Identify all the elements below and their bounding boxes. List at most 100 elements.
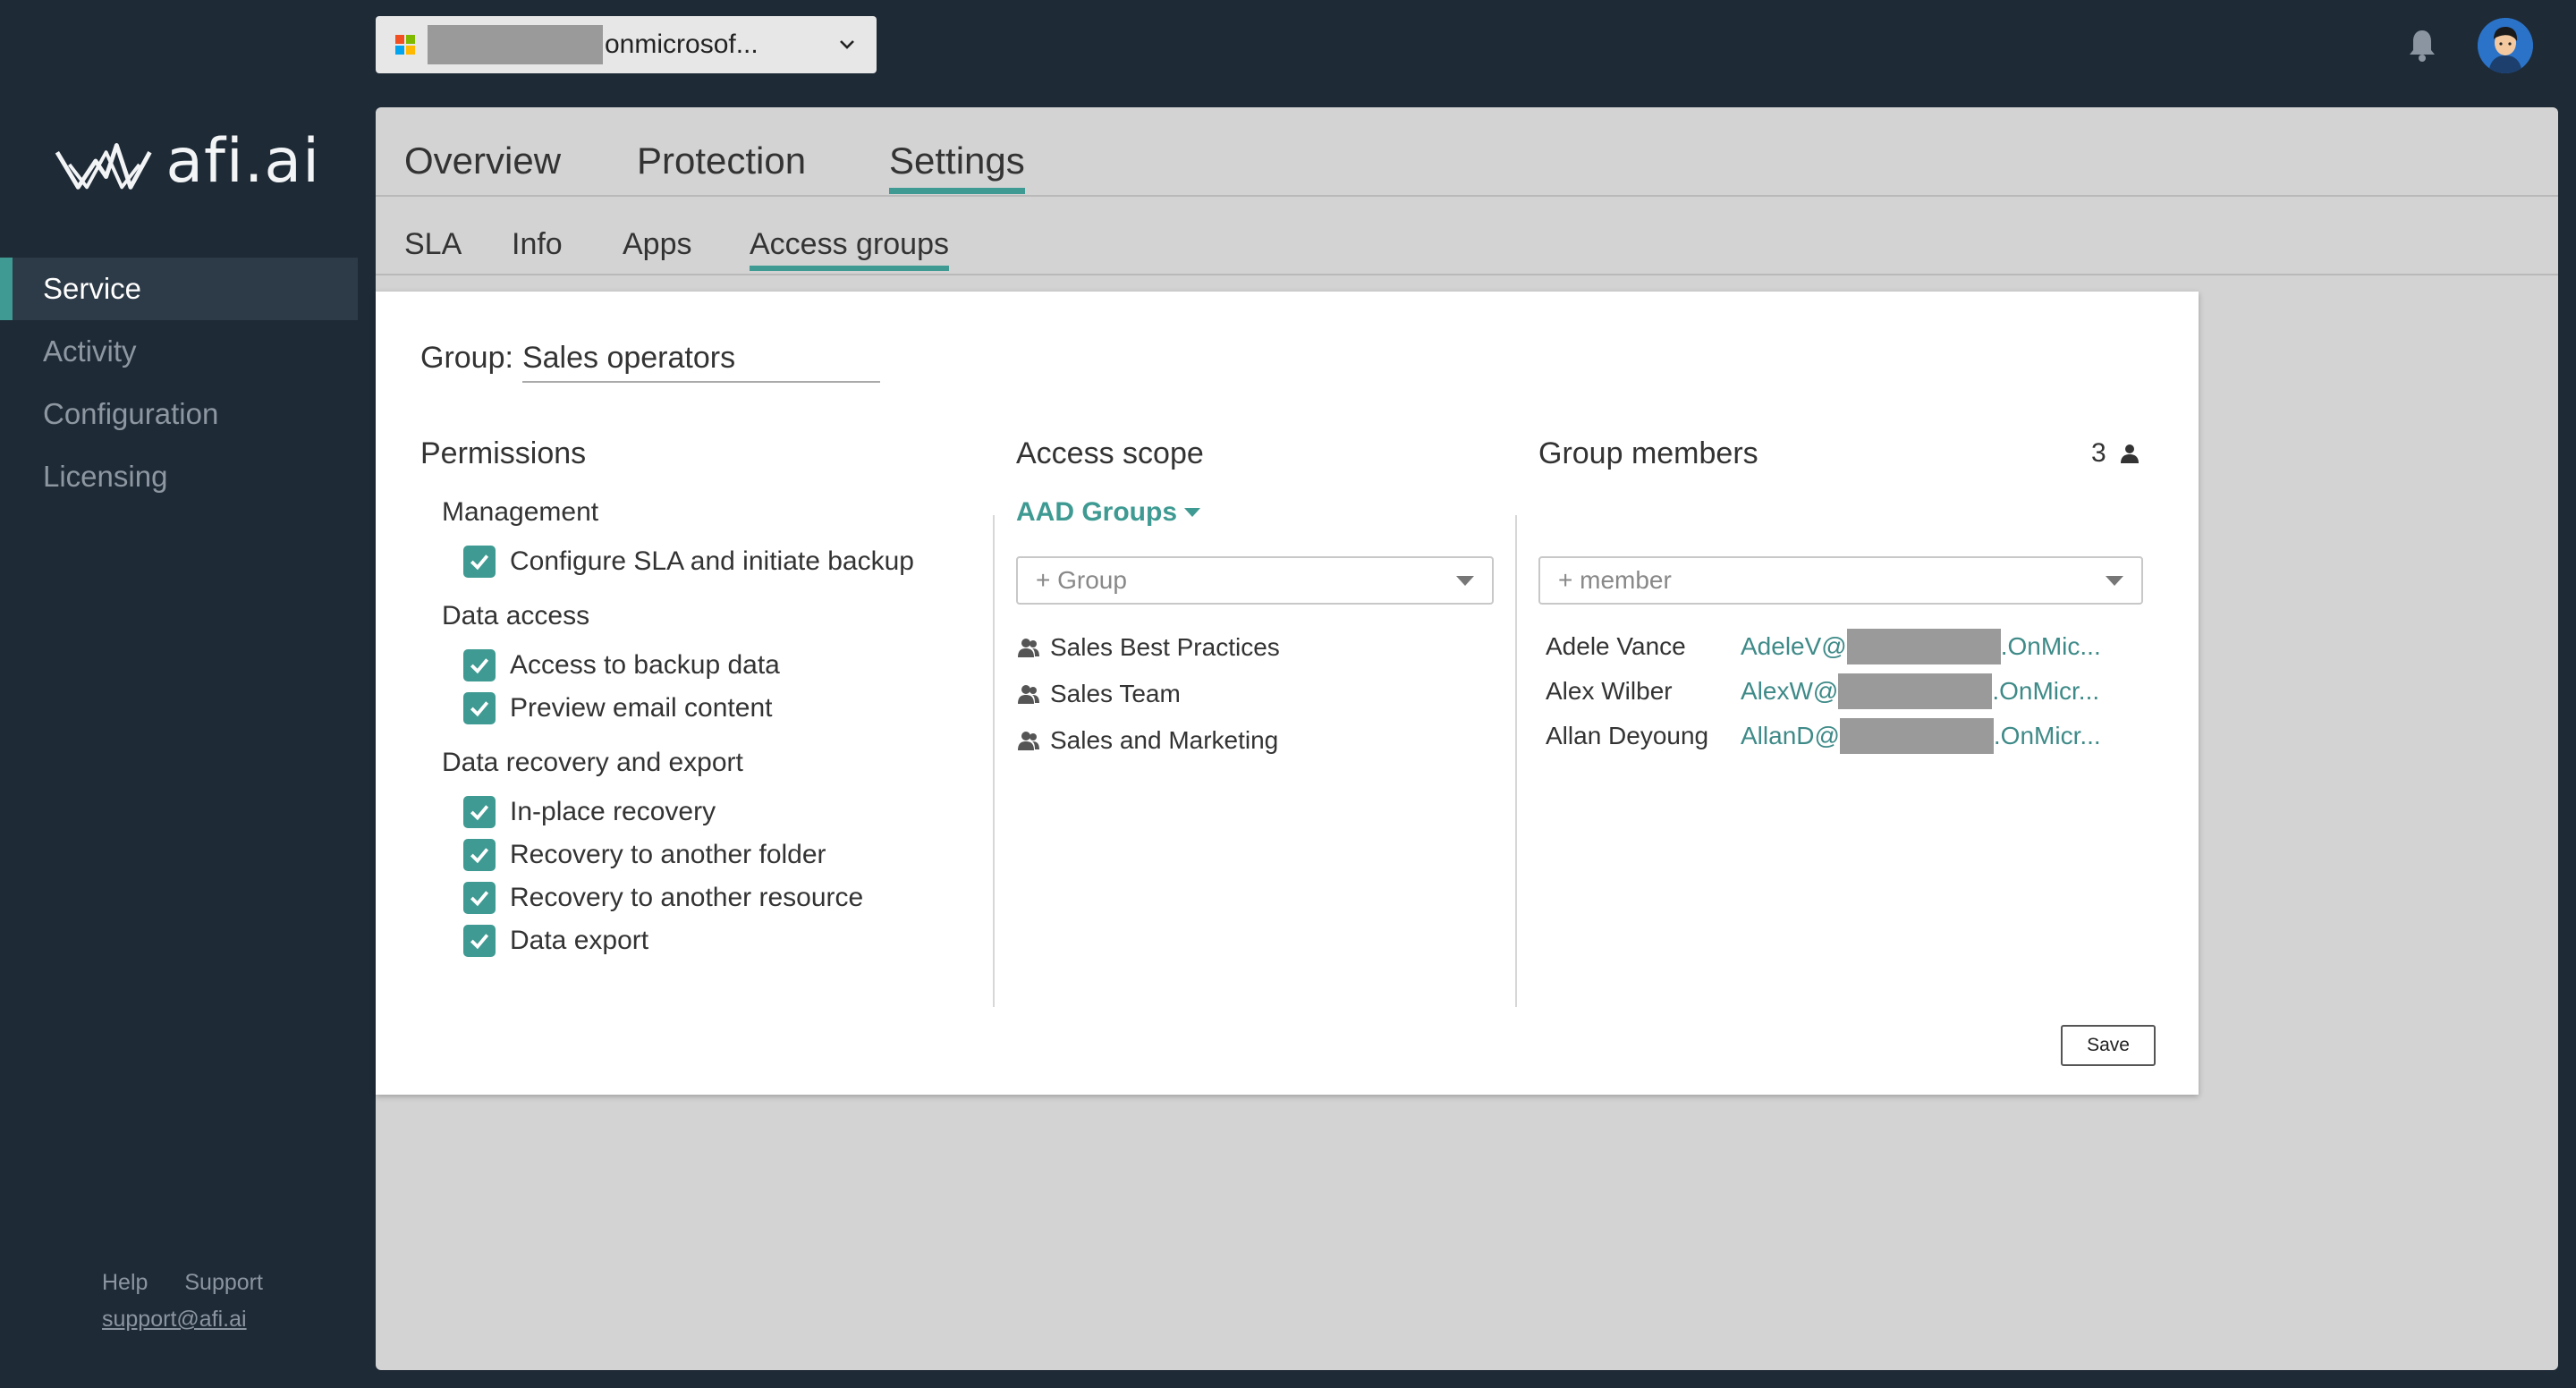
logo-text: afi.ai bbox=[165, 125, 320, 197]
crown-logo-icon bbox=[55, 142, 152, 190]
user-avatar[interactable] bbox=[2478, 18, 2533, 73]
checkbox-checked-icon[interactable] bbox=[463, 925, 496, 957]
support-email-link[interactable]: support@afi.ai bbox=[102, 1307, 293, 1333]
access-scope-column: AAD Groups bbox=[1016, 497, 1490, 528]
perm-in-place-recovery[interactable]: In-place recovery bbox=[442, 791, 943, 834]
tab-protection[interactable]: Protection bbox=[637, 140, 806, 188]
scope-group-list: Sales Best Practices Sales Team Sales an… bbox=[1016, 624, 1280, 764]
redacted-domain bbox=[1839, 718, 1994, 754]
add-group-placeholder: + Group bbox=[1036, 566, 1127, 594]
email-prefix: AllanD@ bbox=[1741, 722, 1840, 749]
permissions-title: Permissions bbox=[420, 436, 587, 470]
perm-label: Access to backup data bbox=[510, 650, 780, 680]
aad-groups-label: AAD Groups bbox=[1016, 497, 1177, 527]
caret-down-icon bbox=[2106, 576, 2123, 586]
support-link[interactable]: Support bbox=[184, 1270, 263, 1295]
scope-group-name: Sales Best Practices bbox=[1050, 633, 1280, 661]
sidebar-nav: Service Activity Configuration Licensing bbox=[0, 258, 358, 508]
column-divider bbox=[1515, 515, 1517, 1007]
tab-overview[interactable]: Overview bbox=[404, 140, 561, 188]
table-row[interactable]: Allan Deyoung AllanD@ .OnMicr... bbox=[1546, 714, 2101, 758]
sidebar: afi.ai Service Activity Configuration Li… bbox=[0, 0, 358, 1388]
aad-groups-dropdown[interactable]: AAD Groups bbox=[1016, 497, 1200, 528]
notification-bell-icon[interactable] bbox=[2406, 27, 2438, 63]
perm-label: Recovery to another folder bbox=[510, 840, 826, 869]
member-email: AlexW@ .OnMicr... bbox=[1741, 673, 2099, 709]
perm-recovery-another-resource[interactable]: Recovery to another resource bbox=[442, 876, 943, 919]
members-count-value: 3 bbox=[2091, 438, 2106, 468]
help-link[interactable]: Help bbox=[102, 1270, 148, 1295]
tenant-selector[interactable]: onmicrosof... bbox=[376, 16, 877, 73]
save-button[interactable]: Save bbox=[2061, 1025, 2156, 1066]
add-member-select[interactable]: + member bbox=[1538, 556, 2143, 605]
checkbox-checked-icon[interactable] bbox=[463, 546, 496, 578]
sidebar-footer: Help Support support@afi.ai bbox=[102, 1270, 293, 1333]
checkbox-checked-icon[interactable] bbox=[463, 692, 496, 724]
caret-down-icon bbox=[1456, 576, 1474, 586]
member-name: Adele Vance bbox=[1546, 632, 1686, 660]
permissions-list: Management Configure SLA and initiate ba… bbox=[442, 497, 943, 962]
subtab-apps[interactable]: Apps bbox=[623, 227, 692, 266]
list-item[interactable]: Sales Team bbox=[1016, 671, 1280, 717]
perm-label: Preview email content bbox=[510, 693, 773, 723]
subtab-access-groups[interactable]: Access groups bbox=[750, 227, 949, 271]
group-members-title: Group members bbox=[1538, 436, 1758, 470]
column-divider bbox=[993, 515, 995, 1007]
members-count: 3 bbox=[2091, 438, 2140, 469]
members-list: Adele Vance AdeleV@ .OnMic... Alex Wilbe… bbox=[1546, 624, 2101, 758]
subtab-sla[interactable]: SLA bbox=[404, 227, 462, 266]
perm-access-backup-data[interactable]: Access to backup data bbox=[442, 644, 943, 687]
perm-label: Recovery to another resource bbox=[510, 883, 864, 912]
checkbox-checked-icon[interactable] bbox=[463, 839, 496, 871]
table-row[interactable]: Adele Vance AdeleV@ .OnMic... bbox=[1546, 624, 2101, 669]
group-label: Group: bbox=[420, 340, 513, 375]
member-email: AdeleV@ .OnMic... bbox=[1741, 629, 2101, 664]
redacted-tenant-name bbox=[428, 25, 603, 64]
perm-label: In-place recovery bbox=[510, 797, 716, 826]
microsoft-icon bbox=[395, 35, 415, 55]
sidebar-item-activity[interactable]: Activity bbox=[0, 320, 358, 383]
add-group-select[interactable]: + Group bbox=[1016, 556, 1494, 605]
perm-label: Configure SLA and initiate backup bbox=[510, 546, 914, 576]
afi-logo[interactable]: afi.ai bbox=[52, 125, 320, 197]
access-group-card: Group: Permissions Access scope Group me… bbox=[376, 292, 2199, 1095]
checkbox-checked-icon[interactable] bbox=[463, 796, 496, 828]
person-icon bbox=[2120, 444, 2139, 463]
list-item[interactable]: Sales Best Practices bbox=[1016, 624, 1280, 671]
group-name-input[interactable] bbox=[521, 334, 880, 383]
perm-configure-sla[interactable]: Configure SLA and initiate backup bbox=[442, 540, 943, 583]
list-item[interactable]: Sales and Marketing bbox=[1016, 717, 1280, 764]
sidebar-item-configuration[interactable]: Configuration bbox=[0, 383, 358, 445]
member-email: AllanD@ .OnMicr... bbox=[1741, 718, 2101, 754]
perm-preview-email[interactable]: Preview email content bbox=[442, 687, 943, 730]
group-icon bbox=[1018, 639, 1039, 657]
subtab-info[interactable]: Info bbox=[512, 227, 563, 266]
sidebar-item-service[interactable]: Service bbox=[0, 258, 358, 320]
scope-group-name: Sales Team bbox=[1050, 680, 1181, 707]
perm-label: Data export bbox=[510, 926, 649, 955]
chevron-down-icon bbox=[840, 40, 854, 49]
member-name: Alex Wilber bbox=[1546, 677, 1673, 705]
scope-group-name: Sales and Marketing bbox=[1050, 726, 1279, 754]
tab-settings[interactable]: Settings bbox=[889, 140, 1025, 194]
email-suffix: .OnMicr... bbox=[1993, 722, 2101, 749]
settings-subtabs: SLA Info Apps Access groups bbox=[376, 197, 2558, 275]
checkbox-checked-icon[interactable] bbox=[463, 882, 496, 914]
redacted-domain bbox=[1846, 629, 2001, 664]
add-member-placeholder: + member bbox=[1558, 566, 1672, 594]
tenant-name-suffix: onmicrosof... bbox=[605, 30, 758, 59]
perm-data-export[interactable]: Data export bbox=[442, 919, 943, 962]
main-content: Overview Protection Settings SLA Info Ap… bbox=[376, 107, 2558, 1370]
group-name-row: Group: bbox=[420, 334, 880, 383]
redacted-domain bbox=[1838, 673, 1993, 709]
email-prefix: AlexW@ bbox=[1741, 677, 1839, 705]
perm-section-management: Management bbox=[442, 497, 599, 527]
sidebar-item-licensing[interactable]: Licensing bbox=[0, 445, 358, 508]
table-row[interactable]: Alex Wilber AlexW@ .OnMicr... bbox=[1546, 669, 2101, 714]
group-icon bbox=[1018, 685, 1039, 704]
caret-down-icon bbox=[1184, 508, 1200, 517]
email-suffix: .OnMicr... bbox=[1992, 677, 2100, 705]
main-tabs: Overview Protection Settings bbox=[376, 107, 2558, 197]
perm-recovery-another-folder[interactable]: Recovery to another folder bbox=[442, 834, 943, 876]
checkbox-checked-icon[interactable] bbox=[463, 649, 496, 681]
